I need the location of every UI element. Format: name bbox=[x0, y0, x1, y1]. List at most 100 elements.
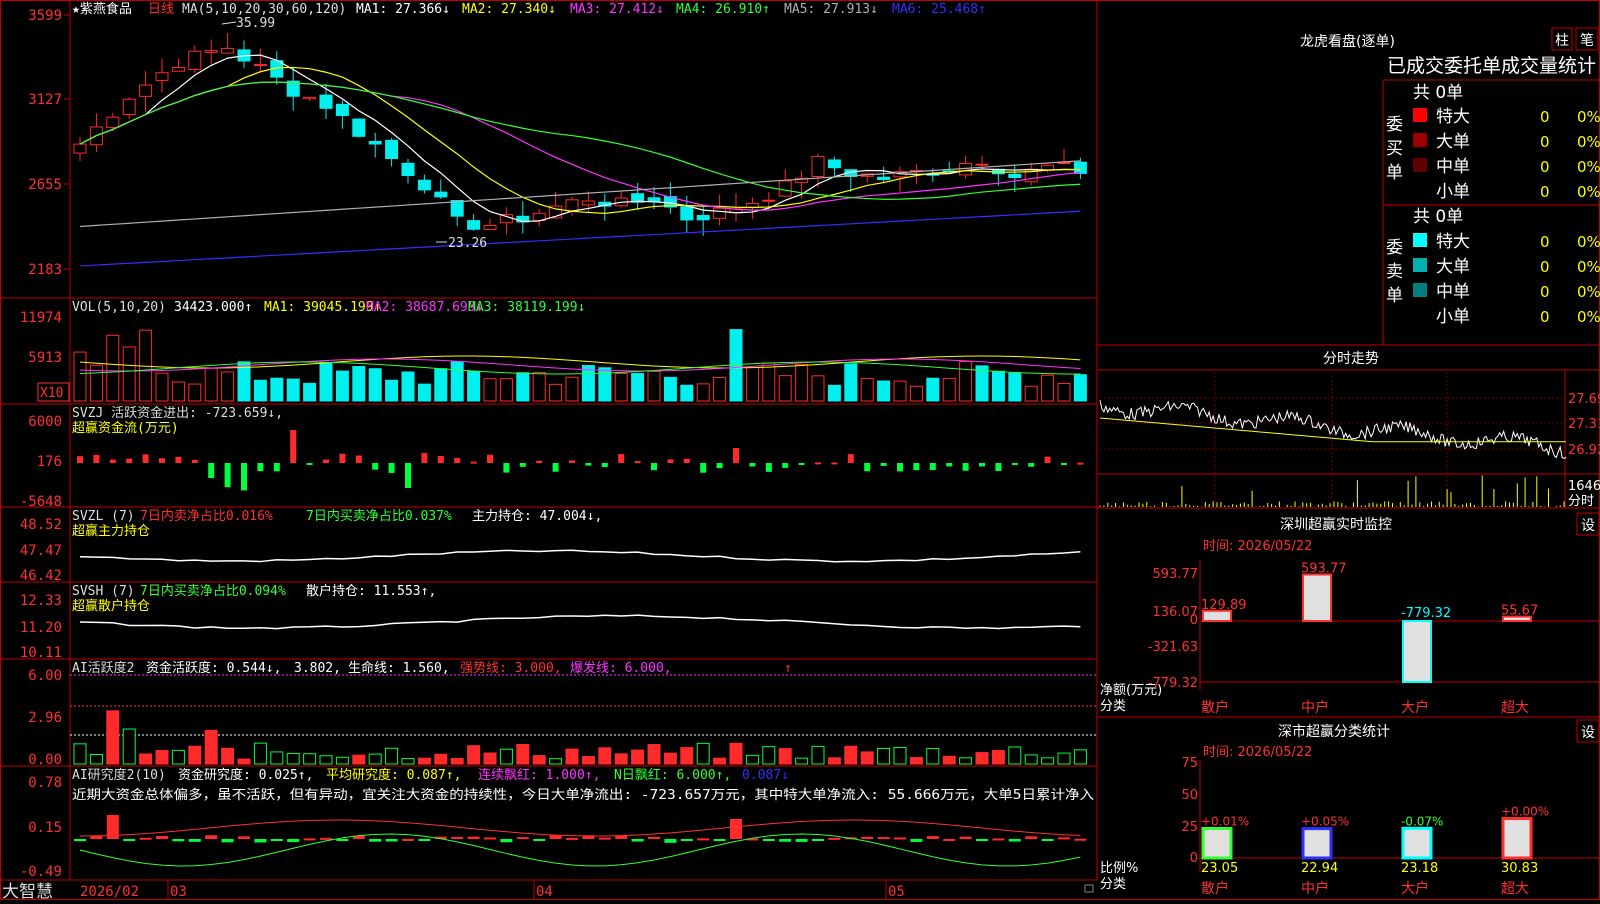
dragon-subtitle: 已成交委托单成交量统计 bbox=[1387, 55, 1596, 77]
svzj-bar bbox=[651, 463, 657, 471]
vol-ma3: MA3: 38119.199↓ bbox=[468, 300, 585, 315]
ai-active-bar bbox=[909, 757, 923, 765]
ai-active-bar bbox=[729, 742, 743, 765]
monitor-cat: 散户 bbox=[1201, 699, 1229, 716]
svzj-bar bbox=[897, 463, 903, 472]
ai-active-bar bbox=[762, 746, 776, 765]
ai-active-bar bbox=[893, 746, 907, 765]
svsh-t1: 7日内买卖净占比0.094% bbox=[140, 583, 286, 599]
classify-y-tick: 75 bbox=[1181, 756, 1198, 771]
ai-research-bar bbox=[74, 839, 86, 842]
candle-body bbox=[155, 72, 169, 81]
svzj-bar bbox=[273, 463, 280, 472]
y-tick: 47.47 bbox=[20, 543, 62, 559]
lock-icon[interactable] bbox=[1084, 884, 1094, 893]
ai-research-bar bbox=[418, 839, 431, 841]
candle-body bbox=[762, 199, 776, 202]
intraday-vol-tick: 1646 bbox=[1568, 479, 1600, 494]
volume-bar bbox=[171, 381, 185, 402]
ai-active-bar bbox=[975, 752, 989, 765]
ai-research-bar bbox=[516, 837, 529, 840]
y-tick: 2183 bbox=[28, 262, 62, 278]
ai-active-bar bbox=[532, 755, 546, 765]
dragon-title: 龙虎看盘(逐单) bbox=[1300, 33, 1395, 50]
ai-active-bar bbox=[171, 749, 185, 765]
candle-body bbox=[401, 162, 415, 177]
ai-research-bar bbox=[1025, 836, 1038, 839]
classify-time: 时间: 2026/05/22 bbox=[1203, 745, 1312, 760]
ai-research-bars bbox=[74, 815, 1087, 843]
x-label: 03 bbox=[170, 884, 187, 900]
tick-view-label: 笔 bbox=[1580, 33, 1594, 49]
volume-bar bbox=[696, 383, 710, 402]
ai-research-bar bbox=[795, 839, 808, 842]
y-tick: 3599 bbox=[28, 8, 62, 24]
svzj-subtitle: 超赢资金流(万元) bbox=[72, 420, 179, 436]
ai-active-bar bbox=[959, 757, 973, 765]
period-label: 日线 bbox=[148, 2, 174, 17]
ai-active-bar bbox=[516, 744, 530, 765]
monitor-bar-label: 129.89 bbox=[1201, 598, 1247, 613]
svzj-bar bbox=[880, 463, 887, 466]
ai-active-bar bbox=[335, 756, 349, 765]
ai-active-bar bbox=[89, 753, 103, 765]
ai-active-bar bbox=[942, 755, 956, 765]
ma3-value: MA3: 27.412↓ bbox=[570, 2, 664, 17]
volume-bar bbox=[926, 377, 940, 402]
ai-active-t2: 3.802, bbox=[294, 661, 341, 676]
svzj-bar bbox=[798, 463, 805, 465]
ai-active-bar bbox=[401, 758, 415, 765]
intraday-y-tick: 27.69 bbox=[1568, 392, 1600, 407]
buy-row-pct: 0% bbox=[1577, 108, 1600, 126]
volume-bar bbox=[335, 370, 349, 402]
svzj-bar bbox=[437, 456, 444, 463]
candle-body bbox=[139, 84, 153, 97]
vol-label: VOL(5,10,20) bbox=[72, 300, 166, 315]
classify-change: +0.05% bbox=[1301, 815, 1349, 829]
classify-panel: 深市超赢分类统计 设 时间: 2026/05/22 75 50 25 0 比例%… bbox=[1100, 719, 1600, 897]
ma-line-30 bbox=[79, 81, 1081, 200]
main-chart-legend: ★紫燕食品 日线 MA(5,10,20,30,60,120) MA1: 27.3… bbox=[72, 1, 986, 17]
volume-bar bbox=[647, 370, 661, 402]
candle-body bbox=[253, 64, 267, 67]
ai-research-bar bbox=[549, 835, 562, 839]
candle-body bbox=[319, 94, 333, 109]
classify-cat-label: 分类 bbox=[1100, 877, 1126, 892]
svzj-bar bbox=[388, 463, 395, 473]
ai-research-bar bbox=[303, 838, 316, 841]
ai-active-bar bbox=[204, 729, 218, 765]
y-tick: 5913 bbox=[28, 350, 62, 366]
ai-active-bar bbox=[122, 728, 136, 765]
svsh-subtitle: 超赢散户持仓 bbox=[72, 598, 150, 614]
ai-research-t5: 0.087↓ bbox=[742, 768, 789, 783]
ai-active-bar bbox=[1008, 746, 1022, 765]
monitor-cat: 大户 bbox=[1401, 699, 1429, 716]
candle-body bbox=[335, 103, 349, 116]
volume-bar bbox=[106, 334, 120, 402]
classify-settings-label: 设 bbox=[1581, 725, 1595, 741]
ai-active-bar bbox=[778, 748, 792, 765]
svzj-bar bbox=[913, 463, 920, 471]
candle-body bbox=[811, 155, 825, 178]
ai-research-bar bbox=[1041, 839, 1054, 841]
terminal-canvas: ★紫燕食品 日线 MA(5,10,20,30,60,120) MA1: 27.3… bbox=[0, 0, 1600, 902]
classify-bars: +0.01% 23.05 散户 +0.05% 22.94 中户 -0.07% 23.18 大户 +… bbox=[1201, 805, 1549, 897]
sell-side-label: 委卖单 bbox=[1386, 238, 1403, 306]
ai-active-bar bbox=[253, 742, 267, 765]
stock-name: ★紫燕食品 bbox=[72, 1, 132, 17]
ai-research-bar bbox=[812, 839, 824, 841]
svzj-bar bbox=[962, 463, 969, 471]
ma1-value: MA1: 27.366↓ bbox=[356, 2, 450, 17]
svzj-bar bbox=[979, 463, 985, 467]
svzl-t2: 7日内买卖净占比0.037% bbox=[306, 508, 452, 524]
svzj-bar bbox=[929, 463, 936, 471]
volume-ma-lines bbox=[79, 355, 1081, 375]
classify-value: 23.18 bbox=[1401, 861, 1438, 876]
svzj-bar bbox=[1061, 463, 1067, 465]
volume-legend: VOL(5,10,20) 34423.000↑ MA1: 39045.199↑ … bbox=[72, 300, 585, 315]
ai-active-label: AI活跃度2 bbox=[72, 660, 134, 676]
ai-research-bar bbox=[336, 839, 349, 841]
classify-y-tick: 25 bbox=[1181, 820, 1198, 835]
vol-value: 34423.000↑ bbox=[174, 300, 252, 315]
ai-active-bar bbox=[680, 747, 694, 765]
